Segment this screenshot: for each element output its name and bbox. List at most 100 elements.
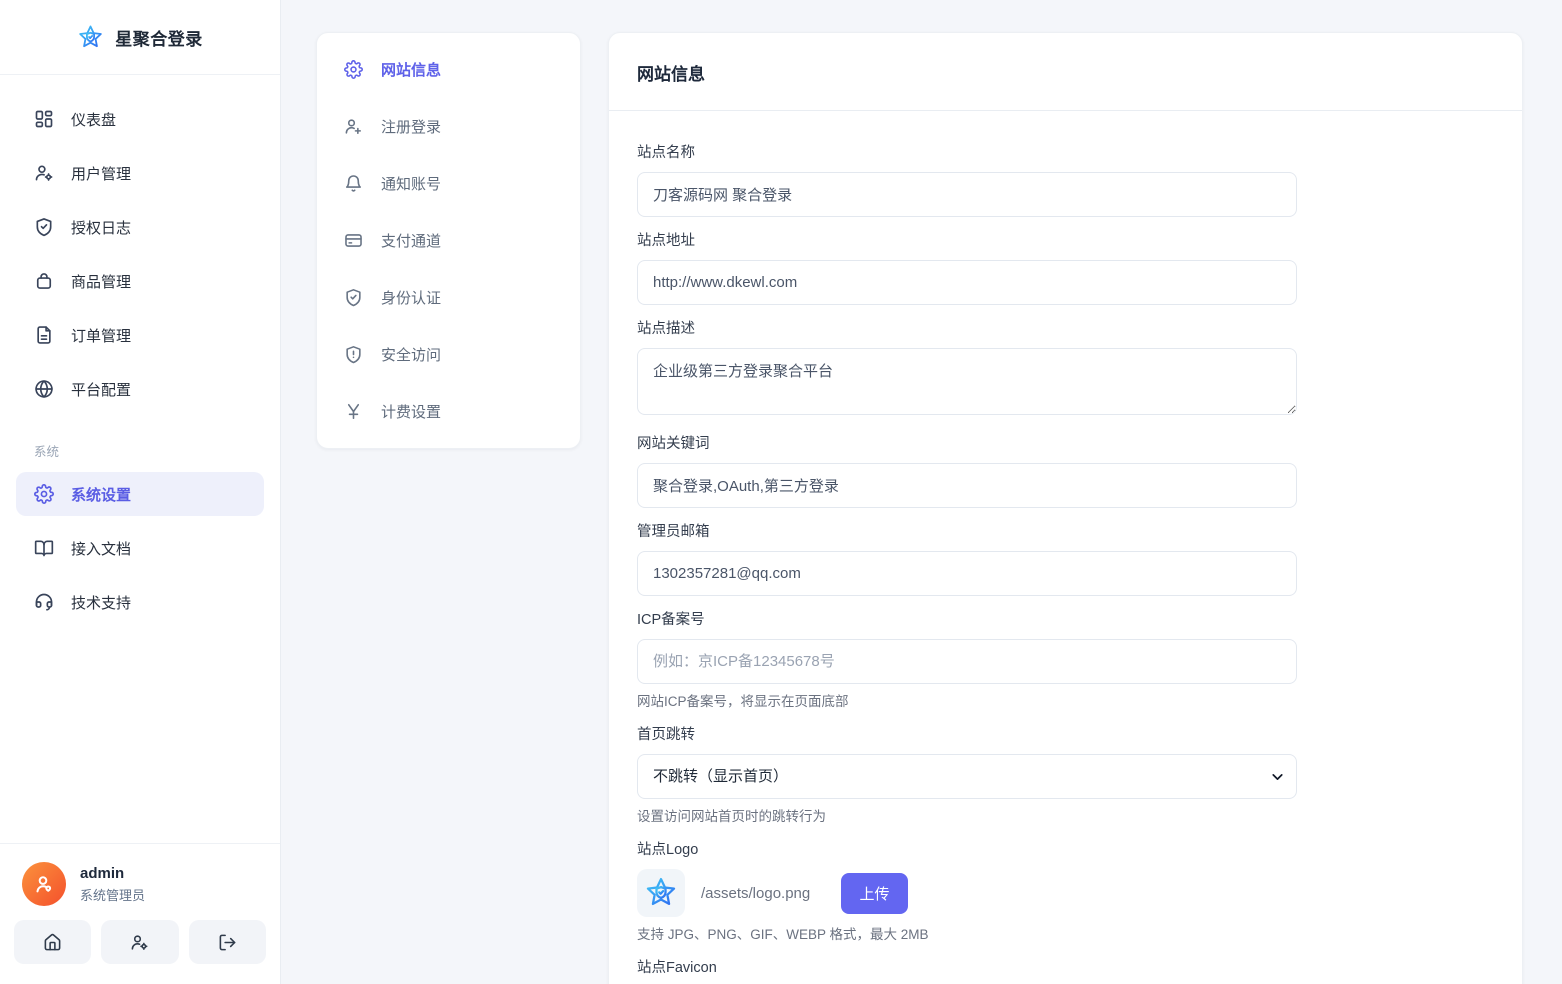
user-name: admin	[80, 864, 125, 882]
shopping-bag-icon	[34, 271, 54, 291]
field-admin-email: 管理员邮箱	[637, 523, 1494, 596]
sidebar-section-system: 系统	[34, 445, 60, 459]
sidebar-item-label: 系统设置	[71, 486, 132, 504]
field-help: 设置访问网站首页时的跳转行为	[637, 809, 826, 824]
sidebar-item-users[interactable]: 用户管理	[16, 151, 264, 195]
profile-settings-button[interactable]	[101, 920, 179, 964]
field-keywords: 网站关键词	[637, 435, 1494, 508]
field-label: 首页跳转	[637, 727, 695, 743]
site-info-form: 站点名称 站点地址 站点描述 企业级第三方登录聚合平台 网站关键词 管理员邮箱 …	[609, 111, 1522, 984]
gear-icon	[34, 484, 54, 504]
field-site-desc: 站点描述 企业级第三方登录聚合平台	[637, 320, 1494, 420]
field-site-url: 站点地址	[637, 232, 1494, 305]
globe-icon	[34, 379, 54, 399]
sidebar-item-label: 技术支持	[71, 594, 132, 612]
site-name-input[interactable]	[637, 172, 1297, 217]
settings-tab-label: 计费设置	[381, 404, 442, 421]
settings-tab-label: 注册登录	[381, 119, 442, 136]
sidebar-footer-actions	[0, 920, 280, 984]
keywords-input[interactable]	[637, 463, 1297, 508]
user-icon	[36, 876, 52, 893]
shield-check-icon	[344, 288, 363, 307]
sidebar-item-label: 仪表盘	[71, 111, 117, 129]
user-area: admin 系统管理员	[0, 843, 280, 920]
sidebar-nav: 仪表盘 用户管理 授权日志 商品管理 订单管理 平台配置 系统 系统设置 接入文…	[0, 75, 280, 624]
sidebar-item-products[interactable]: 商品管理	[16, 259, 264, 303]
book-icon	[34, 538, 54, 558]
sidebar-item-label: 接入文档	[71, 540, 132, 558]
site-info-card: 网站信息 站点名称 站点地址 站点描述 企业级第三方登录聚合平台 网站关键词 管…	[608, 32, 1523, 984]
field-label: 站点Favicon	[637, 960, 717, 976]
field-label: 站点Logo	[637, 842, 699, 858]
admin-email-input[interactable]	[637, 551, 1297, 596]
field-site-name: 站点名称	[637, 144, 1494, 217]
yen-icon	[344, 402, 363, 421]
field-site-favicon: 站点Favicon 上传	[637, 959, 1494, 984]
credit-card-icon	[344, 231, 363, 250]
field-help: 支持 JPG、PNG、GIF、WEBP 格式，最大 2MB	[637, 927, 929, 942]
avatar[interactable]	[22, 862, 66, 906]
site-desc-textarea[interactable]: 企业级第三方登录聚合平台	[637, 348, 1297, 415]
home-redirect-select-wrap: 不跳转（显示首页）	[637, 754, 1297, 799]
sidebar-item-support[interactable]: 技术支持	[16, 580, 264, 624]
sidebar-item-label: 授权日志	[71, 219, 132, 237]
field-label: 站点地址	[637, 233, 695, 249]
user-role: 系统管理员	[80, 887, 146, 903]
settings-tab-payment-channels[interactable]: 支付通道	[331, 218, 566, 263]
gear-icon	[344, 60, 363, 79]
logo-upload-button[interactable]: 上传	[841, 872, 908, 914]
site-url-input[interactable]	[637, 260, 1297, 305]
app-logo-area: 星聚合登录	[0, 0, 280, 75]
dashboard-icon	[34, 109, 54, 129]
logo-path: /assets/logo.png	[701, 884, 811, 902]
field-label: ICP备案号	[637, 612, 705, 628]
settings-tab-billing[interactable]: 计费设置	[331, 389, 566, 434]
settings-tab-identity-auth[interactable]: 身份认证	[331, 275, 566, 320]
user-plus-icon	[344, 117, 363, 136]
settings-tab-label: 支付通道	[381, 233, 442, 250]
settings-tab-label: 通知账号	[381, 176, 442, 193]
sidebar-item-label: 用户管理	[71, 165, 132, 183]
field-icp: ICP备案号 网站ICP备案号，将显示在页面底部	[637, 611, 1494, 711]
settings-tab-label: 网站信息	[381, 62, 442, 79]
logo-upload-row: /assets/logo.png 上传	[637, 869, 1494, 917]
field-home-redirect: 首页跳转 不跳转（显示首页） 设置访问网站首页时的跳转行为	[637, 726, 1494, 826]
user-cog-icon	[132, 934, 148, 950]
settings-tab-register-login[interactable]: 注册登录	[331, 104, 566, 149]
star-logo-icon	[646, 877, 676, 906]
settings-tab-site-info[interactable]: 网站信息	[331, 47, 566, 92]
settings-tab-notify-accounts[interactable]: 通知账号	[331, 161, 566, 206]
sidebar-item-docs[interactable]: 接入文档	[16, 526, 264, 570]
field-site-logo: 站点Logo /assets/logo.png 上传 支持 JPG、PNG、GI…	[637, 841, 1494, 944]
field-label: 管理员邮箱	[637, 524, 710, 540]
page-title: 网站信息	[609, 33, 1522, 111]
sidebar: 星聚合登录 仪表盘 用户管理 授权日志 商品管理 订单管理 平台配置 系统 系统…	[0, 0, 281, 984]
shield-alert-icon	[344, 345, 363, 364]
icp-input[interactable]	[637, 639, 1297, 684]
home-redirect-select[interactable]: 不跳转（显示首页）	[637, 754, 1297, 799]
user-info: admin 系统管理员	[80, 865, 145, 904]
logo-preview	[637, 869, 685, 917]
home-button[interactable]	[14, 920, 92, 964]
sidebar-item-system-settings[interactable]: 系统设置	[16, 472, 264, 516]
star-logo-icon	[77, 24, 104, 51]
field-help: 网站ICP备案号，将显示在页面底部	[637, 694, 849, 709]
sidebar-item-platform-config[interactable]: 平台配置	[16, 367, 264, 411]
file-text-icon	[34, 325, 54, 345]
main-area: 网站信息 注册登录 通知账号 支付通道 身份认证 安全访问 计费设置 网站信息 …	[281, 0, 1562, 984]
sidebar-item-label: 商品管理	[71, 273, 132, 291]
settings-tab-label: 身份认证	[381, 290, 442, 307]
app-title: 星聚合登录	[115, 29, 203, 49]
logout-button[interactable]	[188, 920, 266, 964]
settings-menu: 网站信息 注册登录 通知账号 支付通道 身份认证 安全访问 计费设置	[316, 32, 581, 449]
sidebar-item-dashboard[interactable]: 仪表盘	[16, 97, 264, 141]
bell-icon	[344, 174, 363, 193]
sidebar-item-label: 平台配置	[71, 381, 132, 399]
sidebar-item-auth-logs[interactable]: 授权日志	[16, 205, 264, 249]
logout-icon	[219, 934, 236, 950]
sidebar-item-orders[interactable]: 订单管理	[16, 313, 264, 357]
settings-tab-secure-access[interactable]: 安全访问	[331, 332, 566, 377]
field-label: 网站关键词	[637, 436, 710, 452]
user-cog-icon	[34, 163, 54, 183]
